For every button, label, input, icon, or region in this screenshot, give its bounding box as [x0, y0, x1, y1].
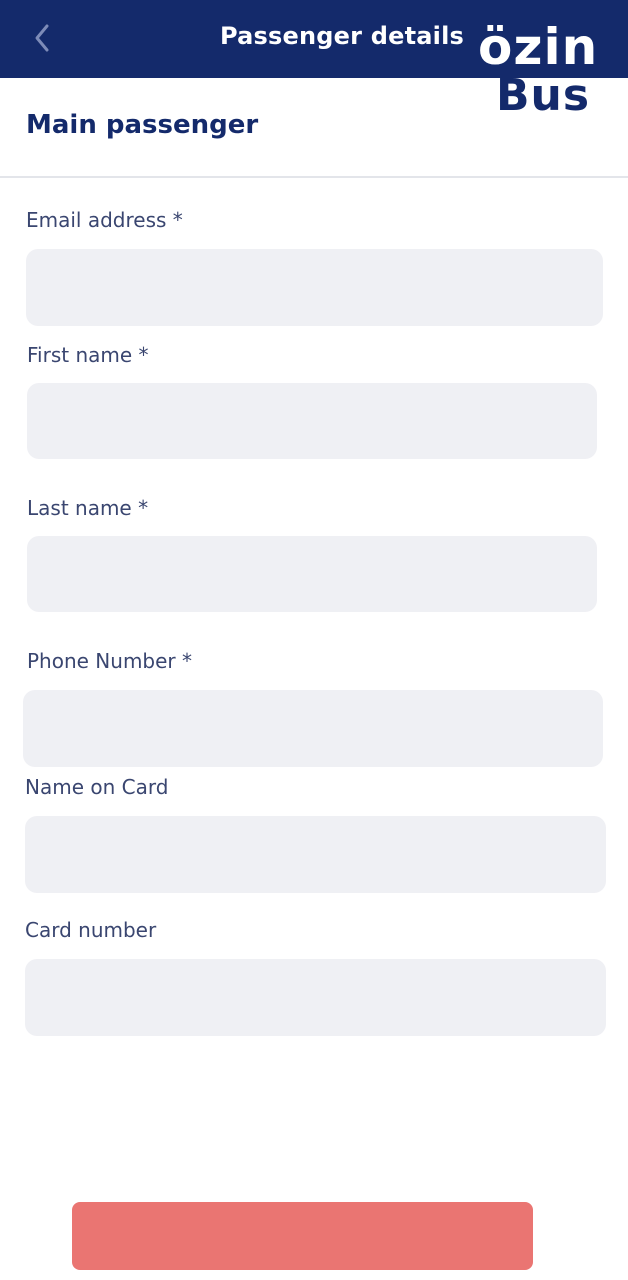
ozin-bus-logo: özin Bus — [478, 18, 608, 122]
logo-line-2: Bus — [496, 70, 591, 121]
logo-line-1: özin — [478, 18, 599, 76]
last-name-field[interactable] — [27, 536, 597, 612]
email-field[interactable] — [26, 249, 603, 326]
card-number-field[interactable] — [25, 959, 606, 1036]
name-on-card-label: Name on Card — [25, 775, 169, 799]
section-title: Main passenger — [26, 110, 259, 140]
section-divider — [0, 176, 628, 178]
phone-number-label: Phone Number * — [27, 649, 193, 673]
first-name-label: First name * — [27, 343, 149, 367]
name-on-card-field[interactable] — [25, 816, 606, 893]
phone-number-field[interactable] — [23, 690, 603, 767]
card-number-label: Card number — [25, 918, 157, 942]
page-title: Passenger details — [220, 22, 464, 50]
email-label: Email address * — [26, 208, 183, 232]
first-name-field[interactable] — [27, 383, 597, 459]
last-name-label: Last name * — [27, 496, 149, 520]
continue-button[interactable] — [72, 1202, 533, 1270]
passenger-details-screen: Passenger details özin Bus Main passenge… — [0, 0, 628, 1280]
chevron-left-icon[interactable] — [28, 22, 56, 54]
